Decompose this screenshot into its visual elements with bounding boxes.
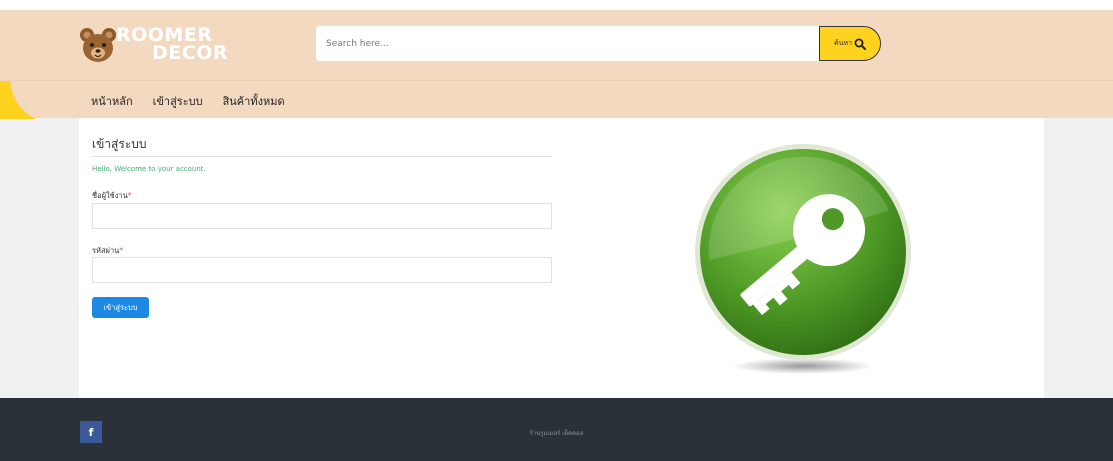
username-label: ชื่อผู้ใช้งาน* xyxy=(92,190,132,202)
logo-text-decor: DECOR xyxy=(152,42,228,64)
username-field[interactable] xyxy=(92,203,552,229)
title-divider xyxy=(92,156,552,157)
nav-items: หน้าหลัก เข้าสู่ระบบ สินค้าทั้งหมด xyxy=(91,92,285,110)
password-field[interactable] xyxy=(92,257,552,283)
nav-item-login[interactable]: เข้าสู่ระบบ xyxy=(153,92,203,110)
password-label: รหัสผ่าน* xyxy=(92,245,123,257)
site-logo[interactable]: ROOMER DECOR xyxy=(78,24,238,68)
nav-item-all-products[interactable]: สินค้าทั้งหมด xyxy=(223,92,285,110)
required-mark: * xyxy=(127,191,132,200)
nav-item-home[interactable]: หน้าหลัก xyxy=(91,92,133,110)
password-label-text: รหัสผ่าน xyxy=(92,246,120,255)
site-header: ROOMER DECOR ค้นหา xyxy=(0,10,1113,80)
teddy-bear-icon xyxy=(80,28,116,62)
search-button[interactable]: ค้นหา xyxy=(819,26,881,61)
site-footer: f ร้านรูมเมอร์ เด็คคอล xyxy=(0,398,1113,461)
top-strip xyxy=(0,0,1113,10)
key-icon xyxy=(695,144,911,374)
search-icon xyxy=(854,38,866,50)
required-mark: * xyxy=(119,246,124,255)
search-button-label: ค้นหา xyxy=(833,39,852,47)
login-button[interactable]: เข้าสู่ระบบ xyxy=(92,297,149,318)
search-bar: ค้นหา xyxy=(316,26,881,61)
login-title: เข้าสู่ระบบ xyxy=(92,137,147,151)
search-input[interactable] xyxy=(316,26,820,61)
nav-corner-accent xyxy=(0,81,36,119)
footer-copyright: ร้านรูมเมอร์ เด็คคอล xyxy=(529,430,584,437)
username-label-text: ชื่อผู้ใช้งาน xyxy=(92,191,128,200)
welcome-message: Hello, Welcome to your account. xyxy=(92,165,206,173)
login-panel: เข้าสู่ระบบ Hello, Welcome to your accou… xyxy=(79,118,1044,398)
main-nav: หน้าหลัก เข้าสู่ระบบ สินค้าทั้งหมด xyxy=(0,80,1113,119)
